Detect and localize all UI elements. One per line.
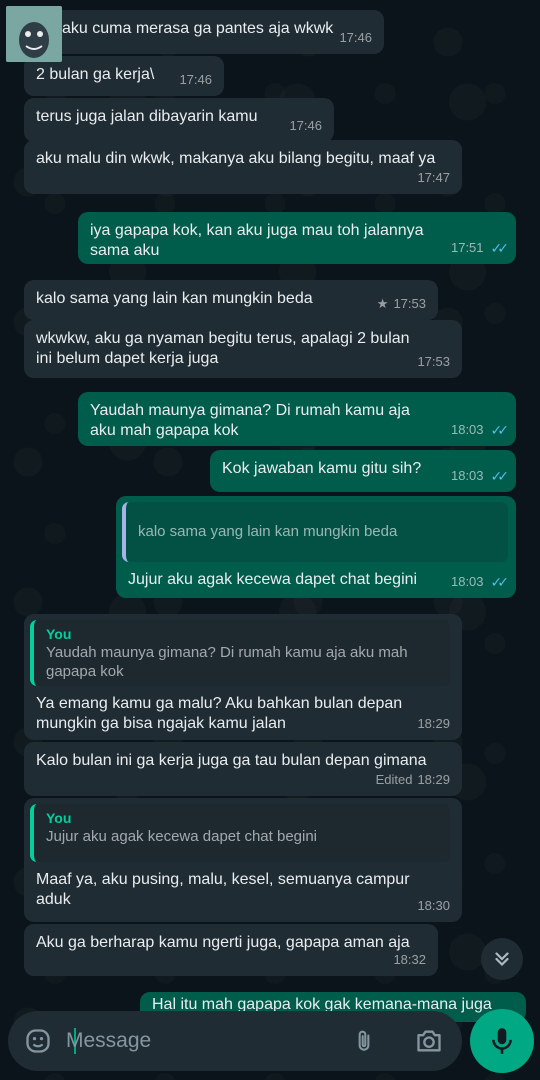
message-incoming[interactable]: You Jujur aku agak kecewa dapet chat beg…	[24, 798, 462, 922]
message-time: 17:51	[450, 240, 484, 255]
message-time: 17:46	[179, 72, 212, 87]
message-incoming[interactable]: 2 bulan ga kerja\ 17:46	[24, 56, 224, 96]
quoted-message[interactable]: You Yaudah maunya gimana? Di rumah kamu …	[30, 620, 450, 686]
message-time: 17:46	[289, 118, 322, 133]
message-text: Ya emang kamu ga malu? Aku bahkan bulan …	[36, 695, 403, 732]
message-incoming[interactable]: terus juga jalan dibayarin kamu 17:46	[24, 98, 334, 142]
message-time: 18:03	[450, 574, 484, 589]
message-outgoing[interactable]: Yaudah maunya gimana? Di rumah kamu aja …	[78, 392, 516, 446]
message-meta: 17:46	[179, 70, 212, 90]
quoted-text: Jujur aku agak kecewa dapet chat begini	[46, 828, 318, 845]
message-text: aku malu din wkwk, makanya aku bilang be…	[36, 150, 436, 167]
message-meta: 18:29	[417, 714, 450, 734]
message-time: 18:03	[450, 422, 484, 437]
double-check-icon: ✓✓	[490, 422, 510, 438]
message-text: Maaf ya, aku pusing, malu, kesel, semuan…	[36, 871, 410, 908]
quoted-text: kalo sama yang lain kan mungkin beda	[138, 523, 398, 540]
message-incoming[interactable]: wkwkw, aku ga nyaman begitu terus, apala…	[24, 320, 462, 378]
message-text: Aku ga berharap kamu ngerti juga, gapapa…	[36, 934, 410, 951]
message-input[interactable]: Message	[66, 1029, 151, 1053]
message-text: kalo sama yang lain kan mungkin beda	[36, 290, 313, 307]
message-meta: 18:30	[417, 896, 450, 916]
message-text: iya gapapa kok, kan aku juga mau toh jal…	[90, 222, 424, 259]
voice-record-button[interactable]	[470, 1009, 534, 1073]
message-time: 18:32	[393, 952, 426, 967]
message-time: 18:30	[417, 898, 450, 913]
message-meta: 18:03 ✓✓	[450, 466, 510, 486]
message-text: Yaudah maunya gimana? Di rumah kamu aja …	[90, 402, 410, 439]
message-outgoing[interactable]: kalo sama yang lain kan mungkin beda Juj…	[116, 496, 516, 598]
message-time: 17:47	[417, 170, 450, 185]
quoted-author: You	[46, 626, 72, 642]
message-meta: ★ 17:53	[377, 294, 426, 314]
chevron-double-down-icon	[495, 952, 509, 967]
message-incoming[interactable]: kalo sama yang lain kan mungkin beda ★ 17…	[24, 280, 438, 320]
camera-icon[interactable]	[412, 1025, 446, 1057]
double-check-icon: ✓✓	[490, 468, 510, 484]
message-meta: 17:46	[339, 28, 372, 48]
message-text: Kalo bulan ini ga kerja juga ga tau bula…	[36, 752, 427, 769]
message-outgoing[interactable]: Kok jawaban kamu gitu sih? 18:03 ✓✓	[210, 450, 516, 492]
message-text: wkwkw, aku ga nyaman begitu terus, apala…	[36, 330, 410, 367]
quoted-text: Yaudah maunya gimana? Di rumah kamu aja …	[46, 644, 408, 680]
message-incoming[interactable]: Kalo bulan ini ga kerja juga ga tau bula…	[24, 742, 462, 796]
message-incoming[interactable]: Aku ga berharap kamu ngerti juga, gapapa…	[24, 924, 438, 976]
double-check-icon: ✓✓	[490, 240, 510, 256]
message-meta: 17:53	[417, 352, 450, 372]
message-time: 18:03	[450, 468, 484, 483]
quoted-message[interactable]: You Jujur aku agak kecewa dapet chat beg…	[30, 804, 450, 862]
message-meta: 18:03 ✓✓	[450, 572, 510, 592]
attach-icon[interactable]	[348, 1025, 380, 1057]
message-text: terus juga jalan dibayarin kamu	[36, 108, 258, 125]
message-composer[interactable]: Message	[8, 1011, 462, 1071]
message-meta: Edited 18:29	[376, 770, 450, 790]
scroll-to-bottom-button[interactable]	[481, 938, 523, 980]
message-incoming[interactable]: aku malu din wkwk, makanya aku bilang be…	[24, 140, 462, 194]
message-text: aku cuma merasa ga pantes aja wkwk	[62, 20, 334, 37]
message-time: 17:46	[339, 30, 372, 45]
message-time: 17:53	[393, 296, 426, 311]
quoted-author: You	[46, 810, 72, 826]
message-incoming[interactable]: You Yaudah maunya gimana? Di rumah kamu …	[24, 614, 462, 740]
message-meta: 18:03 ✓✓	[450, 420, 510, 440]
message-incoming[interactable]: aku cuma merasa ga pantes aja wkwk 17:46	[24, 10, 384, 54]
message-time: 17:53	[417, 354, 450, 369]
edited-label: Edited	[375, 772, 413, 787]
emoji-icon[interactable]	[22, 1025, 54, 1057]
message-meta: 17:46	[289, 116, 322, 136]
message-meta: 17:47	[417, 168, 450, 188]
star-icon: ★	[376, 296, 389, 311]
mic-icon	[492, 1028, 512, 1054]
double-check-icon: ✓✓	[490, 574, 510, 590]
quoted-message[interactable]: kalo sama yang lain kan mungkin beda	[122, 502, 508, 562]
message-time: 18:29	[417, 772, 450, 787]
message-outgoing[interactable]: iya gapapa kok, kan aku juga mau toh jal…	[78, 212, 516, 264]
message-meta: 17:51 ✓✓	[450, 238, 510, 258]
message-meta: 18:32	[393, 950, 426, 970]
message-time: 18:29	[417, 716, 450, 731]
sticker-avatar	[6, 6, 62, 62]
